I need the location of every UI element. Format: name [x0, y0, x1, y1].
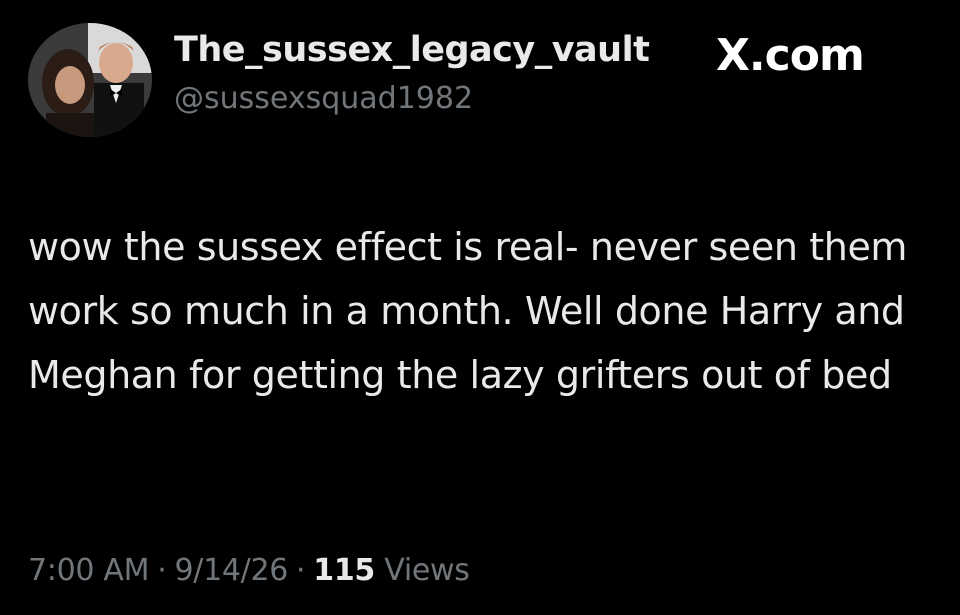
avatar[interactable] [28, 23, 152, 137]
separator-dot: · [157, 553, 167, 588]
user-handle[interactable]: @sussexsquad1982 [174, 78, 473, 120]
tweet-metadata: 7:00 AM · 9/14/26 · 115 Views [28, 548, 470, 594]
views-count[interactable]: 115 [313, 553, 375, 588]
tweet-date[interactable]: 9/14/26 [174, 553, 288, 588]
separator-dot: · [296, 553, 306, 588]
tweet-card: The_sussex_legacy_vault @sussexsquad1982… [0, 0, 960, 615]
display-name[interactable]: The_sussex_legacy_vault [174, 26, 650, 74]
tweet-time[interactable]: 7:00 AM [28, 553, 150, 588]
tweet-text: wow the sussex effect is real- never see… [28, 225, 908, 397]
views-label: Views [384, 553, 470, 588]
brand-watermark: X.com [716, 30, 865, 81]
